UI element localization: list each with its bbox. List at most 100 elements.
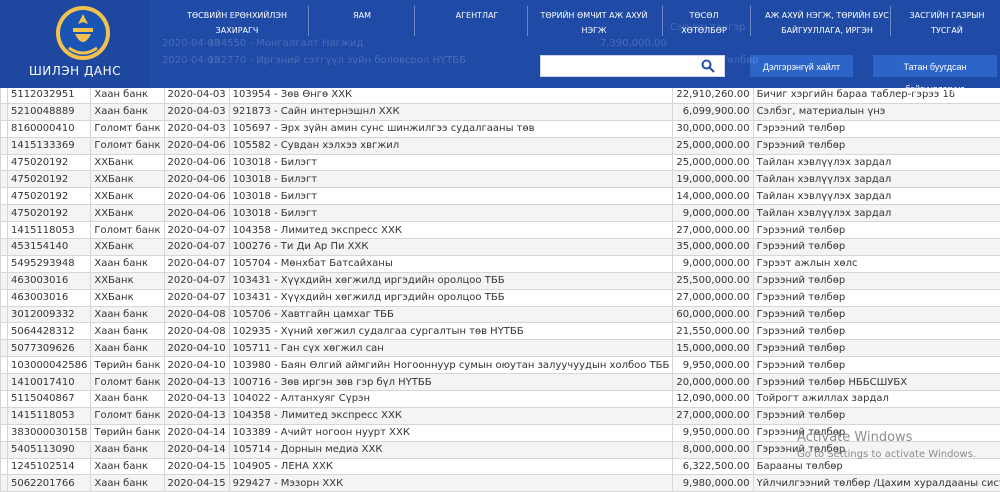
row-number-cell [1,475,8,492]
table-row[interactable]: 1415133369Голомт банк2020-04-06105582 - … [1,137,1000,154]
date-cell: 2020-04-13 [164,391,229,408]
amount-cell: 22,910,260.00 [673,87,753,104]
account-cell: 1410017410 [8,374,91,391]
table-row[interactable]: 475020192ХХБанк2020-04-06103018 - Билэгт… [1,188,1000,205]
description-cell: Гэрээний төлбөр [753,120,1000,137]
row-number-cell [1,137,8,154]
table-row[interactable]: 5077309626Хаан банк2020-04-10105711 - Га… [1,340,1000,357]
amount-cell: 25,000,000.00 [673,154,753,171]
table-row[interactable]: 463003016ХХБанк2020-04-07103431 - Хүүхди… [1,289,1000,306]
table-row[interactable]: 103000042586Төрийн банк2020-04-10103980 … [1,357,1000,374]
row-number-cell [1,239,8,256]
ghost-text-1: 104550 - Монгалгалт Нагжид [208,38,363,49]
table-row[interactable]: 475020192ХХБанк2020-04-06103018 - Билэгт… [1,205,1000,222]
row-number-cell [1,407,8,424]
account-cell: 3012009332 [8,306,91,323]
table-row[interactable]: 475020192ХХБанк2020-04-06103018 - Билэгт… [1,171,1000,188]
recipient-cell: 105711 - Ган сүх хөгжил сан [229,340,673,357]
bank-cell: Голомт банк [91,137,164,154]
table-row[interactable]: 5495293948Хаан банк2020-04-07105704 - Мө… [1,255,1000,272]
bank-cell: Хаан банк [91,306,164,323]
table-row[interactable]: 5210048889Хаан банк2020-04-03921873 - Са… [1,103,1000,120]
row-number-cell [1,120,8,137]
recipient-cell: 105697 - Эрх зүйн амин сунс шинжилгээ су… [229,120,673,137]
recipient-cell: 103389 - Ачийт ногоон нуурт ХХК [229,424,673,441]
amount-cell: 14,000,000.00 [673,188,753,205]
account-cell: 383000030158 [8,424,91,441]
bank-cell: Хаан банк [91,340,164,357]
table-row[interactable]: 5115040867Хаан банк2020-04-13104022 - Ал… [1,391,1000,408]
bank-cell: Голомт банк [91,374,164,391]
site-header: ШИЛЭН ДАНС 2020-04-03 104550 - Монгалгал… [0,0,1000,88]
amount-cell: 9,950,000.00 [673,357,753,374]
account-cell: 1415133369 [8,137,91,154]
account-cell: 5495293948 [8,255,91,272]
amount-cell: 30,000,000.00 [673,120,753,137]
amount-cell: 60,000,000.00 [673,306,753,323]
date-cell: 2020-04-15 [164,458,229,475]
description-cell: Үйлчилгээний төлбөр /Цахим хуралдааны си… [753,475,1000,492]
amount-cell: 12,090,000.00 [673,391,753,408]
ghost-text-2: 102770 - Иргэний сэтгүүл зүйн боловсрол … [208,55,466,66]
date-cell: 2020-04-06 [164,154,229,171]
bank-cell: Хаан банк [91,323,164,340]
table-row[interactable]: 5064428312Хаан банк2020-04-08102935 - Хү… [1,323,1000,340]
table-row[interactable]: 3012009332Хаан банк2020-04-08105706 - Ха… [1,306,1000,323]
date-cell: 2020-04-14 [164,441,229,458]
bank-cell: Хаан банк [91,391,164,408]
description-cell: Гэрээний төлбөр [753,357,1000,374]
table-row[interactable]: 463003016ХХБанк2020-04-07103431 - Хүүхди… [1,272,1000,289]
bank-cell: Хаан банк [91,103,164,120]
table-row[interactable]: 475020192ХХБанк2020-04-06103018 - Билэгт… [1,154,1000,171]
account-cell: 5405113090 [8,441,91,458]
bank-cell: ХХБанк [91,205,164,222]
row-number-cell [1,222,8,239]
table-row[interactable]: 1410017410Голомт банк2020-04-13100716 - … [1,374,1000,391]
account-cell: 463003016 [8,272,91,289]
table-row[interactable]: 1415118053Голомт банк2020-04-07104358 - … [1,222,1000,239]
description-cell: Сэлбэг, материалын үнэ [753,103,1000,120]
account-cell: 463003016 [8,289,91,306]
ghost-text-4: 7,390,000.00 [600,38,667,49]
description-cell: Гэрээний төлбөр [753,306,1000,323]
amount-cell: 9,000,000.00 [673,205,753,222]
bank-cell: Төрийн банк [91,357,164,374]
table-row[interactable]: 8160000410Голомт банк2020-04-03105697 - … [1,120,1000,137]
row-number-cell [1,441,8,458]
date-cell: 2020-04-03 [164,103,229,120]
recipient-cell: 103018 - Билэгт [229,188,673,205]
recipient-cell: 104022 - Алтанхуяг Сүрэн [229,391,673,408]
site-logo[interactable]: ШИЛЭН ДАНС [0,0,150,88]
recipient-cell: 103954 - Зөв Өнгө ХХК [229,87,673,104]
date-cell: 2020-04-06 [164,171,229,188]
bank-cell: Хаан банк [91,87,164,104]
amount-cell: 27,000,000.00 [673,407,753,424]
row-number-cell [1,255,8,272]
amount-cell: 9,950,000.00 [673,424,753,441]
description-cell: Гэрээний төлбөр [753,239,1000,256]
row-number-cell [1,340,8,357]
date-cell: 2020-04-10 [164,340,229,357]
recipient-cell: 105704 - Мөнхбат Батсайханы [229,255,673,272]
bank-cell: ХХБанк [91,154,164,171]
table-row[interactable]: 453154140ХХБанк2020-04-07100276 - Ти Ди … [1,239,1000,256]
bank-cell: ХХБанк [91,289,164,306]
recipient-cell: 100276 - Ти Ди Ар Пи ХХК [229,239,673,256]
account-cell: 5210048889 [8,103,91,120]
amount-cell: 19,000,000.00 [673,171,753,188]
date-cell: 2020-04-06 [164,137,229,154]
table-row[interactable]: 1245102514Хаан банк2020-04-15104905 - ЛЕ… [1,458,1000,475]
recipient-cell: 103431 - Хүүхдийн хөгжилд иргэдийн оролц… [229,289,673,306]
account-cell: 5115040867 [8,391,91,408]
bank-cell: Хаан банк [91,475,164,492]
description-cell: Тайлан хэвлүүлэх зардал [753,154,1000,171]
row-number-cell [1,323,8,340]
table-row[interactable]: 5112032951Хаан банк2020-04-03103954 - Зө… [1,87,1000,104]
date-cell: 2020-04-13 [164,374,229,391]
amount-cell: 9,980,000.00 [673,475,753,492]
bank-cell: ХХБанк [91,171,164,188]
table-row[interactable]: 5062201766Хаан банк2020-04-15929427 - Мэ… [1,475,1000,492]
description-cell: Тайлан хэвлүүлэх зардал [753,205,1000,222]
table-row[interactable]: 1415118053Голомт банк2020-04-13104358 - … [1,407,1000,424]
recipient-cell: 104358 - Лимитед экспресс ХХК [229,407,673,424]
